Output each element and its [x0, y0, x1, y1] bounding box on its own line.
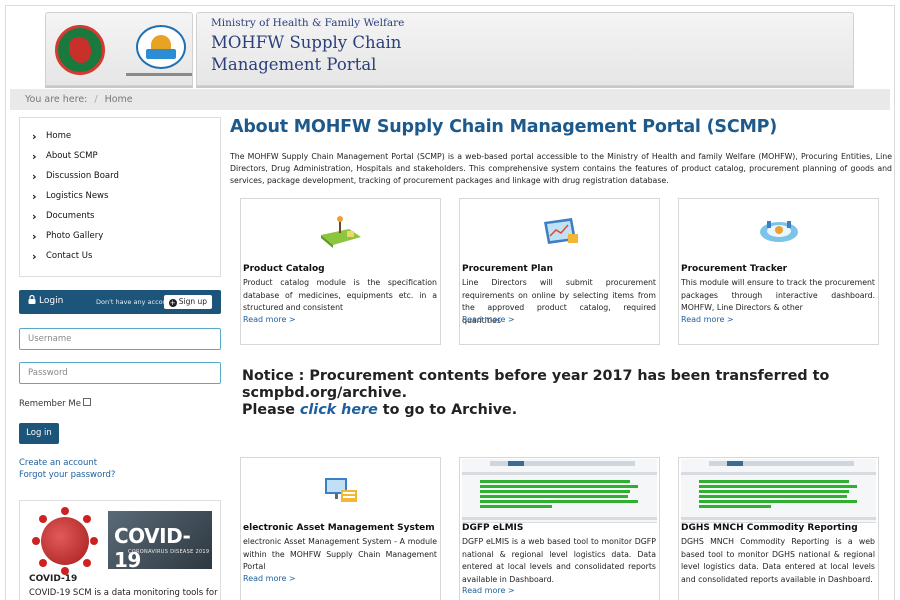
card-title: Product Catalog — [243, 264, 325, 274]
covid-banner-subheading: CORONAVIRUS DISEASE 2019 — [128, 549, 210, 555]
card-text: Product catalog module is the specificat… — [243, 278, 437, 312]
remember-me: Remember Me — [19, 398, 91, 409]
card-asset-management[interactable]: electronic Asset Management System elect… — [240, 457, 441, 600]
breadcrumb: You are here: / Home — [10, 89, 890, 110]
sidebar-item-contact[interactable]: › Contact Us — [20, 246, 220, 266]
sidebar-item-label: Discussion Board — [46, 171, 119, 181]
notice-line: Notice : Procurement contents before yea… — [242, 368, 830, 401]
intro-paragraph: The MOHFW Supply Chain Management Portal… — [230, 152, 892, 186]
card-text: This module will ensure to track the pro… — [681, 278, 875, 312]
covid-panel: COVID-19 CORONAVIRUS DISEASE 2019 COVID-… — [19, 500, 221, 600]
breadcrumb-current: Home — [104, 94, 133, 105]
lock-icon — [28, 294, 36, 307]
covid-banner-heading: COVID-19 — [114, 524, 191, 572]
remember-label: Remember Me — [19, 399, 81, 409]
chevron-right-icon: › — [32, 149, 37, 163]
sidebar-item-about[interactable]: › About SCMP — [20, 146, 220, 166]
card-title: electronic Asset Management System — [243, 523, 435, 533]
read-more-link[interactable]: Read more > — [462, 315, 515, 324]
dgfp-dashboard-screenshot[interactable] — [462, 459, 657, 523]
covid-banner-image[interactable]: COVID-19 CORONAVIRUS DISEASE 2019 — [108, 511, 212, 572]
chevron-right-icon: › — [32, 169, 37, 183]
covid-description: COVID-19 SCM is a data monitoring tools … — [29, 588, 218, 598]
card-text: DGFP eLMIS is a web based tool to monito… — [462, 537, 656, 584]
notice-rest: to go to Archive. — [382, 402, 518, 418]
product-catalog-icon — [321, 216, 361, 248]
header-logo-panel — [45, 12, 193, 86]
chevron-right-icon: › — [32, 129, 37, 143]
password-input[interactable]: Password — [19, 362, 221, 384]
read-more-link[interactable]: Read more > — [462, 586, 515, 595]
sidebar-item-documents[interactable]: › Documents — [20, 206, 220, 226]
sidebar-nav: › Home › About SCMP › Discussion Board › Log… — [19, 117, 221, 277]
ministry-name: Ministry of Health & Family Welfare — [211, 17, 405, 29]
login-button[interactable]: Log in — [19, 423, 59, 444]
card-title: DGHS MNCH Commodity Reporting — [681, 523, 858, 533]
sidebar-item-news[interactable]: › Logistics News — [20, 186, 220, 206]
header-title-panel: Ministry of Health & Family Welfare MOHF… — [196, 12, 854, 86]
read-more-link[interactable]: Read more > — [681, 315, 734, 324]
sidebar-item-gallery[interactable]: › Photo Gallery — [20, 226, 220, 246]
card-dghs-mnch[interactable]: DGHS MNCH Commodity Reporting DGHS MNCH … — [678, 457, 879, 600]
dghs-dashboard-screenshot[interactable] — [681, 459, 876, 523]
card-title: DGFP eLMIS — [462, 523, 524, 533]
page-title: About MOHFW Supply Chain Management Port… — [230, 117, 778, 137]
read-more-link[interactable]: Read more > — [243, 574, 296, 583]
archive-link[interactable]: click here — [300, 402, 378, 418]
signup-button[interactable]: + Sign up — [163, 295, 212, 309]
sidebar-item-label: Home — [46, 131, 72, 141]
emblem-caption-stripe — [126, 73, 192, 76]
card-product-catalog[interactable]: Product Catalog Product catalog module i… — [240, 198, 441, 345]
signup-label: Sign up — [178, 297, 207, 306]
login-header: Login Don't have any account? + Sign up — [19, 290, 221, 314]
card-title: Procurement Tracker — [681, 264, 788, 274]
plus-circle-icon: + — [168, 299, 177, 307]
notice-please: Please — [242, 402, 295, 418]
procurement-tracker-icon — [760, 221, 798, 242]
breadcrumb-separator: / — [94, 94, 98, 105]
read-more-link[interactable]: Read more > — [243, 315, 296, 324]
card-procurement-tracker[interactable]: Procurement Tracker This module will ens… — [678, 198, 879, 345]
asset-management-icon — [325, 478, 357, 502]
card-text: DGHS MNCH Commodity Reporting is a web b… — [681, 537, 875, 584]
chevron-right-icon: › — [32, 189, 37, 203]
chevron-right-icon: › — [32, 209, 37, 223]
chevron-right-icon: › — [32, 249, 37, 263]
breadcrumb-prefix: You are here: — [25, 94, 88, 105]
procurement-plan-icon — [544, 218, 578, 244]
sidebar-item-label: Photo Gallery — [46, 231, 104, 241]
archive-notice: Notice : Procurement contents before yea… — [242, 368, 900, 419]
sidebar-item-label: Documents — [46, 211, 95, 221]
sidebar-item-home[interactable]: › Home — [20, 126, 220, 146]
ministry-emblem-logo[interactable] — [136, 25, 186, 69]
card-dgfp-elmis[interactable]: DGFP eLMIS DGFP eLMIS is a web based too… — [459, 457, 660, 600]
government-seal-logo[interactable] — [55, 25, 105, 75]
chevron-right-icon: › — [32, 229, 37, 243]
card-text: electronic Asset Management System - A m… — [243, 537, 437, 571]
sidebar-item-label: About SCMP — [46, 151, 98, 161]
covid-title[interactable]: COVID-19 — [29, 574, 77, 584]
card-title: Procurement Plan — [462, 264, 553, 274]
remember-checkbox[interactable] — [82, 398, 91, 406]
sidebar-item-discussion[interactable]: › Discussion Board — [20, 166, 220, 186]
login-title: Login — [39, 296, 64, 306]
portal-name[interactable]: MOHFW Supply Chain Management Portal — [211, 32, 431, 76]
create-account-link[interactable]: Create an account — [19, 458, 97, 468]
username-input[interactable]: Username — [19, 328, 221, 350]
sidebar-item-label: Contact Us — [46, 251, 93, 261]
virus-image[interactable] — [30, 507, 100, 577]
forgot-password-link[interactable]: Forgot your password? — [19, 470, 115, 480]
card-procurement-plan[interactable]: Procurement Plan Line Directors will sub… — [459, 198, 660, 345]
sidebar-item-label: Logistics News — [46, 191, 109, 201]
